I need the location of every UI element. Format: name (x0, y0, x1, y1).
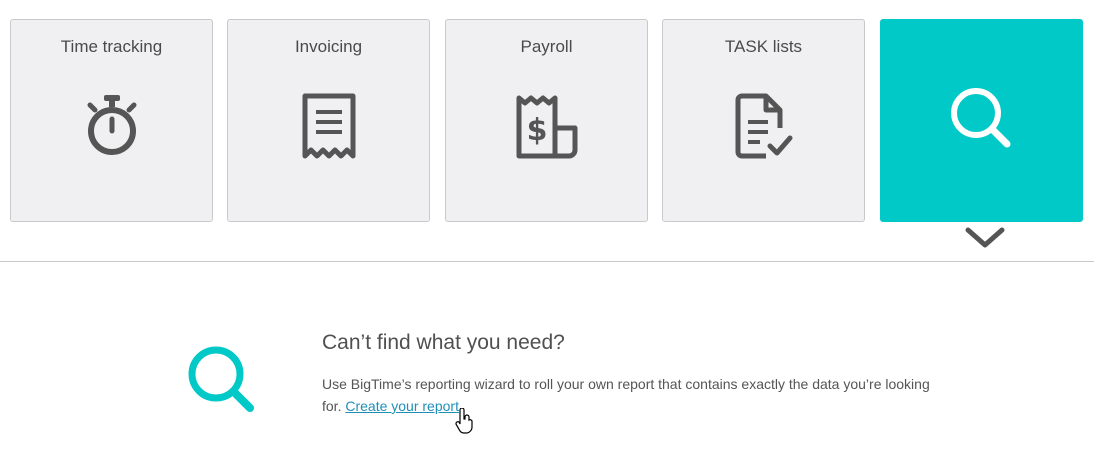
tile-search[interactable] (880, 19, 1083, 222)
chevron-down-icon[interactable] (965, 226, 1005, 250)
tile-invoicing[interactable]: Invoicing (227, 19, 430, 222)
tile-label: Time tracking (60, 37, 163, 56)
svg-text:$: $ (526, 113, 547, 148)
tile-task-lists[interactable]: TASK lists (662, 19, 865, 222)
tile-label: Invoicing (294, 37, 363, 56)
stopwatch-icon (87, 95, 136, 155)
search-icon (188, 346, 254, 412)
task-list-icon (735, 93, 792, 159)
tile-time-tracking[interactable]: Time tracking (10, 19, 213, 222)
tile-label: Payroll (520, 37, 573, 56)
section-divider (0, 261, 1094, 262)
hand-cursor-icon (455, 408, 473, 434)
cta-title: Can’t find what you need? (322, 331, 565, 354)
create-report-link[interactable]: Create your report (345, 398, 459, 414)
cta-description: Use BigTime’s reporting wizard to roll y… (322, 373, 942, 417)
receipt-icon (302, 93, 355, 159)
search-icon (950, 88, 1010, 148)
tile-label: TASK lists (724, 37, 803, 56)
tile-payroll[interactable]: Payroll $ (445, 19, 648, 222)
payroll-icon: $ (516, 95, 577, 159)
